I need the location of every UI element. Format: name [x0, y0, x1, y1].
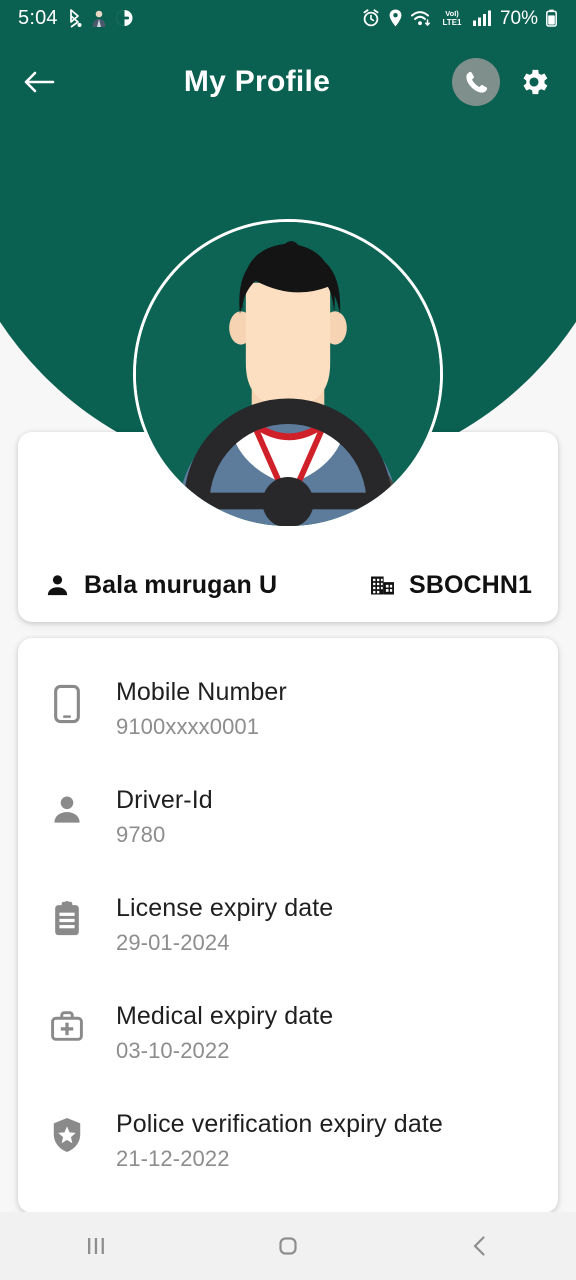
home-icon — [279, 1237, 297, 1255]
profile-details-card: Mobile Number 9100xxxx0001 Driver-Id 978… — [18, 638, 558, 1213]
wifi-icon — [410, 11, 430, 27]
status-bar: 5:04 VoI) LTE1 70% — [0, 0, 576, 36]
detail-value: 9100xxxx0001 — [116, 713, 260, 739]
status-bar-right: VoI) LTE1 70% — [361, 8, 558, 28]
person-icon — [47, 575, 68, 596]
detail-texts: Driver-Id 9780 — [116, 786, 213, 847]
profile-depot-group: SBOCHN1 — [369, 571, 532, 600]
profile-name-row: Bala murugan U SBOCHN1 — [44, 571, 532, 600]
settings-button[interactable] — [514, 62, 554, 102]
driver-avatar-illustration — [136, 222, 440, 526]
building-icon — [371, 576, 395, 595]
svg-text:VoI): VoI) — [445, 9, 459, 18]
gear-icon — [523, 69, 548, 95]
detail-label: Police verification expiry date — [116, 1110, 443, 1138]
recents-icon — [88, 1238, 104, 1254]
battery-icon — [546, 9, 557, 27]
detail-value: 21-12-2022 — [116, 1145, 230, 1171]
detail-value: 03-10-2022 — [116, 1037, 230, 1063]
detail-texts: Police verification expiry date 21-12-20… — [116, 1110, 443, 1171]
mobile-phone-icon — [44, 678, 90, 724]
detail-label: Medical expiry date — [116, 1002, 334, 1030]
call-button[interactable] — [452, 58, 500, 106]
person-app-icon — [92, 10, 106, 27]
battery-percent-label: 70% — [499, 7, 538, 29]
svg-text:LTE1: LTE1 — [442, 18, 462, 27]
detail-texts: Medical expiry date 03-10-2022 — [116, 1002, 333, 1063]
person-icon — [44, 786, 90, 828]
volte-icon: VoI) LTE1 — [442, 9, 462, 27]
detail-row[interactable]: Police verification expiry date 21-12-20… — [44, 1094, 532, 1202]
detail-row[interactable]: Mobile Number 9100xxxx0001 — [44, 662, 532, 770]
detail-row[interactable]: Driver-Id 9780 — [44, 770, 532, 878]
detail-value: 9780 — [116, 821, 166, 847]
detail-label: Driver-Id — [116, 786, 213, 814]
detail-value: 29-01-2024 — [116, 929, 230, 955]
system-navigation-bar — [0, 1212, 576, 1280]
status-bar-left: 5:04 — [18, 8, 134, 28]
detail-texts: Mobile Number 9100xxxx0001 — [116, 678, 287, 739]
page-title: My Profile — [183, 65, 331, 98]
medical-kit-icon — [44, 1002, 90, 1044]
bluetooth-location-icon — [69, 9, 82, 28]
phone-icon — [465, 71, 487, 93]
dnd-icon — [116, 10, 133, 26]
home-button[interactable] — [233, 1212, 343, 1280]
app-bar-actions — [452, 58, 554, 106]
detail-label: Mobile Number — [116, 678, 287, 706]
alarm-icon — [363, 9, 379, 27]
profile-depot-label: SBOCHN1 — [409, 571, 532, 599]
status-bar-clock: 5:04 — [18, 7, 58, 29]
detail-row[interactable]: Medical expiry date 03-10-2022 — [44, 986, 532, 1094]
signal-bars-icon — [472, 10, 491, 26]
location-pin-icon — [389, 9, 402, 27]
back-nav-button[interactable] — [425, 1212, 535, 1280]
profile-name-label: Bala murugan U — [84, 571, 278, 599]
app-bar: My Profile — [0, 36, 576, 128]
profile-name-group: Bala murugan U — [44, 571, 277, 600]
detail-texts: License expiry date 29-01-2024 — [116, 894, 333, 955]
detail-label: License expiry date — [116, 894, 334, 922]
detail-row[interactable]: License expiry date 29-01-2024 — [44, 878, 532, 986]
recents-button[interactable] — [41, 1212, 151, 1280]
shield-star-icon — [44, 1110, 90, 1154]
back-chevron-icon — [473, 1236, 485, 1256]
profile-screen: 5:04 VoI) LTE1 70% My Profile Bala murug… — [0, 0, 576, 1280]
arrow-left-icon — [24, 71, 55, 93]
avatar — [133, 219, 443, 529]
clipboard-icon — [44, 894, 90, 938]
